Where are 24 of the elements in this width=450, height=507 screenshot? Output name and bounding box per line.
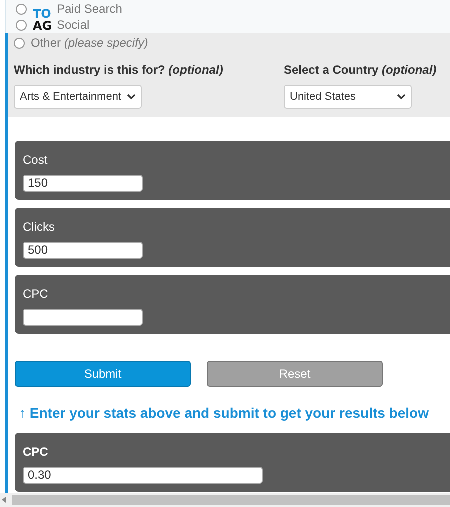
result-field[interactable]: 0.30 — [23, 467, 263, 484]
radio-label: Social — [57, 18, 90, 32]
result-label: CPC — [23, 445, 50, 459]
input-field[interactable]: 500 — [23, 242, 143, 259]
field-label: Which industry is this for? (optional) — [14, 63, 224, 77]
radio-label: Paid Search — [57, 2, 122, 16]
radio-button[interactable] — [16, 20, 27, 30]
horizontal-scrollbar[interactable] — [0, 493, 450, 507]
dropdown[interactable]: Arts & Entertainment — [14, 85, 142, 109]
instruction-text: ↑ Enter your stats above and submit to get your results below — [18, 405, 430, 421]
input-field[interactable]: 150 — [23, 175, 143, 192]
radio-button[interactable] — [14, 38, 25, 48]
dropdown[interactable]: United States — [284, 85, 412, 109]
field-label: CPC — [23, 287, 50, 301]
scroll-left-icon[interactable] — [2, 497, 6, 503]
chevron-down-icon — [127, 94, 136, 100]
logo[interactable]: TO AG — [33, 8, 52, 32]
radio-label: Other (please specify) — [31, 36, 148, 50]
input-field[interactable] — [23, 309, 143, 326]
field-label: Select a Country (optional) — [284, 63, 438, 77]
radio-button[interactable] — [16, 4, 27, 14]
chevron-down-icon — [397, 94, 406, 100]
field-label: Cost — [23, 153, 49, 167]
field-label: Clicks — [23, 220, 56, 234]
